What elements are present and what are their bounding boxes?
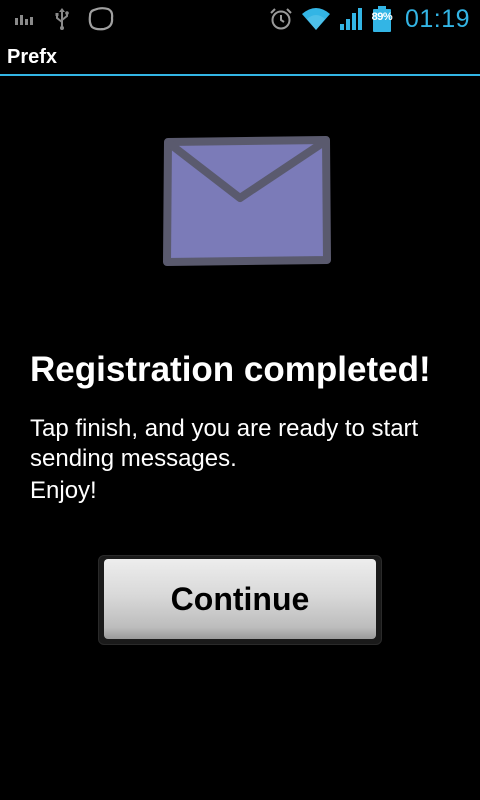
action-bar: Prefx [0, 38, 480, 76]
alarm-icon [270, 8, 292, 30]
envelope-icon [163, 136, 331, 266]
status-bar-notifications [14, 0, 114, 38]
continue-button[interactable]: Continue [104, 559, 376, 639]
instruction-text: Tap finish, and you are ready to start s… [30, 415, 419, 472]
app-title: Prefx [7, 46, 58, 68]
registration-headline: Registration completed! [30, 350, 431, 389]
bar-chart-notification-icon [15, 15, 33, 25]
cell-signal-icon [339, 8, 362, 30]
wifi-icon [301, 8, 330, 30]
status-clock: 01:19 [404, 4, 470, 33]
app-notification-icon [88, 7, 114, 31]
battery-percent: 89% [371, 11, 393, 23]
screen: 89% 01:19 Prefx Registration completed! … [0, 0, 480, 800]
enjoy-text: Enjoy! [30, 477, 97, 504]
status-bar: 89% 01:19 [0, 0, 480, 38]
battery-indicator: 89% [371, 6, 393, 32]
usb-icon [55, 8, 69, 30]
status-bar-system: 89% 01:19 [269, 0, 470, 38]
